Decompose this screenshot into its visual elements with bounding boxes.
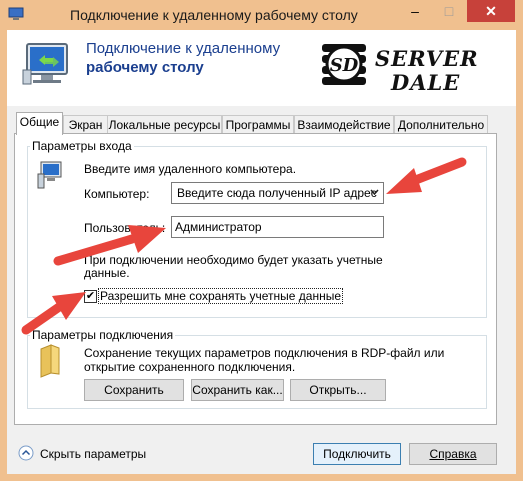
close-button[interactable]: ✕: [467, 0, 515, 22]
login-settings-title: Параметры входа: [30, 139, 134, 153]
serverdale-logo-text-server: SERVER: [375, 46, 479, 71]
tab-programs[interactable]: Программы: [222, 115, 294, 134]
tab-display[interactable]: Экран: [63, 115, 108, 134]
folder-icon: [40, 344, 60, 378]
tab-advanced[interactable]: Дополнительно: [394, 115, 488, 134]
maximize-button[interactable]: □: [432, 0, 466, 22]
header-title-line1: Подключение к удаленному: [86, 40, 281, 57]
computer-name-prompt: Введите имя удаленного компьютера.: [84, 162, 297, 176]
save-credentials-label: Разрешить мне сохранять учетные данные: [100, 289, 342, 303]
connect-button[interactable]: Подключить: [313, 443, 401, 465]
help-button-label: Справка: [429, 447, 477, 461]
annotation-arrow-computer: [386, 157, 467, 194]
computer-combobox[interactable]: Введите сюда полученный IP адрес: [171, 182, 384, 204]
serverdale-logo-badge: SD: [322, 44, 366, 85]
user-input-value: Администратор: [175, 220, 262, 234]
tab-general[interactable]: Общие: [16, 112, 63, 135]
user-input[interactable]: Администратор: [171, 216, 384, 238]
open-button[interactable]: Открыть...: [290, 379, 386, 401]
rdp-file-desc-line1: Сохранение текущих параметров подключени…: [84, 346, 445, 360]
hide-options-link[interactable]: Скрыть параметры: [40, 447, 146, 461]
computer-icon: [37, 161, 62, 189]
remote-desktop-app-icon: [8, 7, 24, 20]
chevron-down-icon: [370, 189, 379, 195]
remote-monitor-icon: [22, 43, 68, 85]
header-title-line2: рабочему столу: [86, 59, 204, 76]
rdp-file-desc-line2: открытие сохраненного подключения.: [84, 360, 296, 374]
annotation-arrow-checkbox: [21, 292, 86, 335]
tab-experience[interactable]: Взаимодействие: [294, 115, 394, 134]
save-as-button[interactable]: Сохранить как...: [191, 379, 284, 401]
window-title: Подключение к удаленному рабочему столу: [70, 7, 358, 23]
computer-combobox-value: Введите сюда полученный IP адрес: [177, 186, 377, 200]
save-button[interactable]: Сохранить: [84, 379, 184, 401]
annotation-arrow-user: [53, 225, 166, 266]
save-credentials-label-focus[interactable]: Разрешить мне сохранять учетные данные: [98, 288, 344, 304]
chevron-up-icon[interactable]: [18, 445, 34, 461]
tab-local-resources[interactable]: Локальные ресурсы: [107, 115, 222, 134]
serverdale-logo-text-dale: DALE: [391, 70, 461, 95]
help-button[interactable]: Справка: [409, 443, 497, 465]
computer-label: Компьютер:: [84, 187, 150, 201]
minimize-button[interactable]: –: [398, 0, 432, 22]
svg-text:SD: SD: [330, 55, 359, 76]
